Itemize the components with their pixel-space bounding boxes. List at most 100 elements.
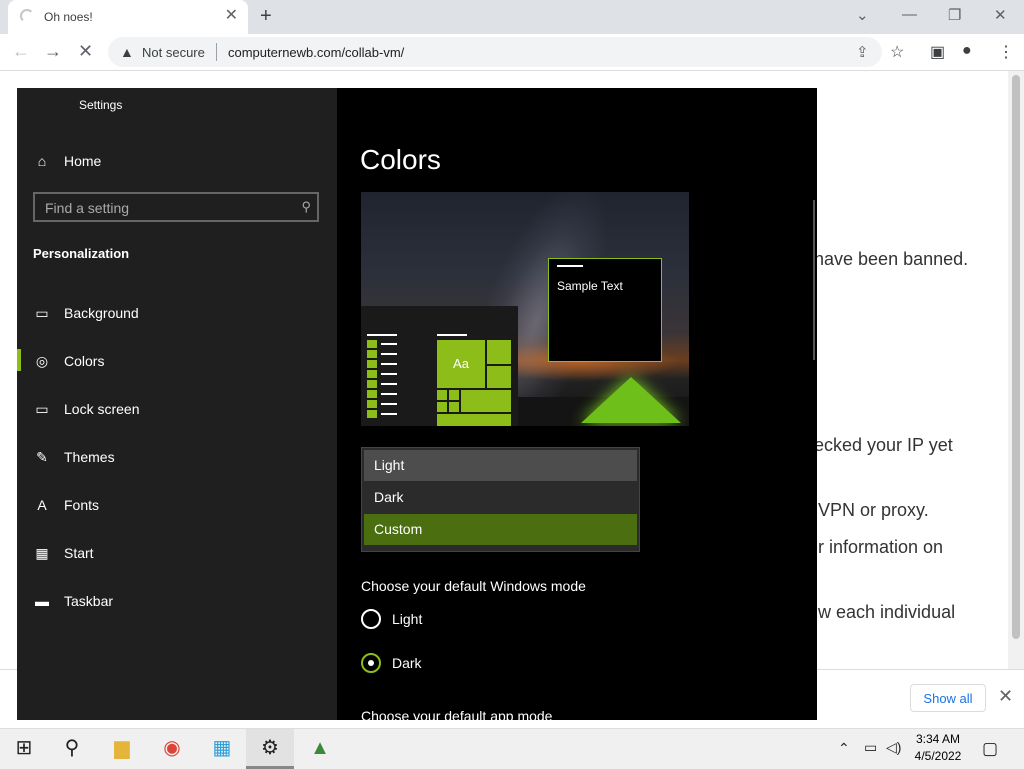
start-icon: ▦ <box>35 545 49 561</box>
tab-title: Oh noes! <box>44 10 93 24</box>
browser-tabstrip: Oh noes! ✕ + ⌄ — ❐ ✕ <box>0 0 1024 34</box>
loading-spinner-icon <box>20 9 34 23</box>
sidebar-item-label: Background <box>64 305 139 321</box>
settings-search-box[interactable]: ⚲ <box>33 192 319 222</box>
taskbar-app[interactable]: ▲ <box>296 729 344 769</box>
settings-window-title: Settings <box>79 98 123 112</box>
preview-line <box>381 353 397 355</box>
show-all-downloads-button[interactable]: Show all <box>910 684 986 712</box>
app-icon: ▲ <box>310 737 330 759</box>
taskbar-app-grid[interactable]: ▦ <box>198 729 246 769</box>
downloads-close-icon[interactable]: ✕ <box>998 686 1013 707</box>
color-option-custom[interactable]: Custom <box>364 514 637 545</box>
new-tab-button[interactable]: + <box>260 6 272 26</box>
sidebar-item-label: Fonts <box>64 497 100 513</box>
image-icon: ▭ <box>35 305 49 321</box>
forward-button[interactable]: → <box>44 42 62 60</box>
preview-app-icon <box>367 370 377 378</box>
start-button[interactable]: ⊞ <box>0 729 48 769</box>
option-label: Light <box>374 457 405 473</box>
browser-toolbar: ← → ✕ ▲ Not secure computernewb.com/coll… <box>0 34 1024 71</box>
preview-app-icon <box>367 400 377 408</box>
search-icon: ⚲ <box>64 737 80 759</box>
preview-tile <box>487 366 511 388</box>
sidebar-item-label: Themes <box>64 449 115 465</box>
theme-preview: Aa Sample Text <box>361 192 689 426</box>
preview-tent <box>581 377 681 423</box>
clock-date[interactable]: 4/5/2022 <box>900 749 976 763</box>
radio-circle <box>361 653 381 673</box>
preview-line <box>557 265 583 267</box>
preview-line <box>381 393 397 395</box>
preview-line <box>381 373 397 375</box>
share-icon[interactable]: ⇪ <box>856 43 869 61</box>
preview-tile <box>437 414 511 426</box>
url-divider <box>216 43 217 61</box>
settings-window: Settings ⌂ Home ⚲ Personalization ▭ Back… <box>17 88 817 720</box>
address-bar[interactable]: ▲ Not secure computernewb.com/collab-vm/… <box>108 37 882 67</box>
minimize-button[interactable]: — <box>902 6 917 23</box>
tab-close-icon[interactable]: ✕ <box>225 8 238 24</box>
preview-line <box>367 334 397 336</box>
preview-app-icon <box>367 390 377 398</box>
windows-logo-icon: ⊞ <box>15 737 33 759</box>
chrome-icon: ◉ <box>163 737 181 759</box>
home-icon: ⌂ <box>37 153 47 169</box>
tray-chevron-up-icon[interactable]: ⌃ <box>838 740 850 757</box>
stop-loading-button[interactable]: ✕ <box>78 42 93 60</box>
url-text[interactable]: computernewb.com/collab-vm/ <box>228 45 404 60</box>
main-pane-scrollbar[interactable] <box>813 200 815 360</box>
windows-mode-label: Choose your default Windows mode <box>361 578 586 594</box>
radio-circle <box>361 609 381 629</box>
taskbar-settings[interactable]: ⚙ <box>246 729 294 769</box>
menu-kebab-icon[interactable]: ⋮ <box>998 42 1014 62</box>
taskbar-search-button[interactable]: ⚲ <box>48 729 96 769</box>
preview-sample-window: Sample Text <box>548 258 662 362</box>
page-scrollbar[interactable] <box>1008 71 1024 671</box>
sidebar-item-label: Colors <box>64 353 105 369</box>
windows-taskbar: ⊞ ⚲ ▆ ◉ ▦ ⚙ ▲ ⌃ ▭ ◁) 3:34 AM 4/5/2022 ▢ <box>0 728 1024 769</box>
preview-tile <box>449 390 459 400</box>
page-text-line: have been banned. <box>814 249 969 269</box>
preview-tile <box>461 390 511 412</box>
search-icon[interactable]: ⚲ <box>301 199 311 215</box>
app-mode-label: Choose your default app mode <box>361 708 553 720</box>
settings-main-pane: Colors Aa Sample Text Light Dark Custom … <box>337 88 817 720</box>
taskbar-chrome[interactable]: ◉ <box>148 729 196 769</box>
gear-icon: ⚙ <box>261 737 279 759</box>
choose-color-dropdown[interactable]: Light Dark Custom <box>361 447 640 552</box>
sidebar-item-label: Start <box>64 545 94 561</box>
settings-sidebar: Settings ⌂ Home ⚲ Personalization ▭ Back… <box>17 88 337 720</box>
close-window-button[interactable]: ✕ <box>994 6 1007 24</box>
preview-line <box>381 383 397 385</box>
themes-icon: ✎ <box>36 449 48 465</box>
back-button[interactable]: ← <box>12 42 30 60</box>
color-option-dark[interactable]: Dark <box>364 482 637 513</box>
color-option-light[interactable]: Light <box>364 450 637 481</box>
sample-text: Sample Text <box>557 279 623 293</box>
network-icon[interactable]: ▭ <box>864 739 877 756</box>
side-panel-icon[interactable]: ▣ <box>930 42 945 62</box>
settings-search-input[interactable] <box>43 198 287 218</box>
sidebar-item-label: Lock screen <box>64 401 140 417</box>
security-label[interactable]: Not secure <box>142 45 205 60</box>
preview-app-icon <box>367 410 377 418</box>
preview-app-icon <box>367 380 377 388</box>
warning-icon: ▲ <box>120 44 134 60</box>
restore-button[interactable]: ❐ <box>948 6 961 24</box>
tab-search-icon[interactable]: ⌄ <box>856 6 869 24</box>
preview-line <box>381 363 397 365</box>
browser-tab[interactable]: Oh noes! ✕ <box>8 0 248 34</box>
notification-center-icon[interactable]: ▢ <box>982 739 998 759</box>
preview-tile <box>449 402 459 412</box>
preview-tile <box>487 340 511 364</box>
taskbar-file-explorer[interactable]: ▆ <box>98 729 146 769</box>
preview-app-icon <box>367 340 377 348</box>
preview-app-icon <box>367 350 377 358</box>
bookmark-star-icon[interactable]: ☆ <box>890 42 904 62</box>
preview-app-list <box>367 340 397 424</box>
profile-avatar-icon[interactable]: ● <box>962 42 972 60</box>
radio-selected-dot <box>368 660 374 666</box>
clock-time[interactable]: 3:34 AM <box>900 732 976 746</box>
page-scrollbar-thumb[interactable] <box>1012 75 1020 639</box>
